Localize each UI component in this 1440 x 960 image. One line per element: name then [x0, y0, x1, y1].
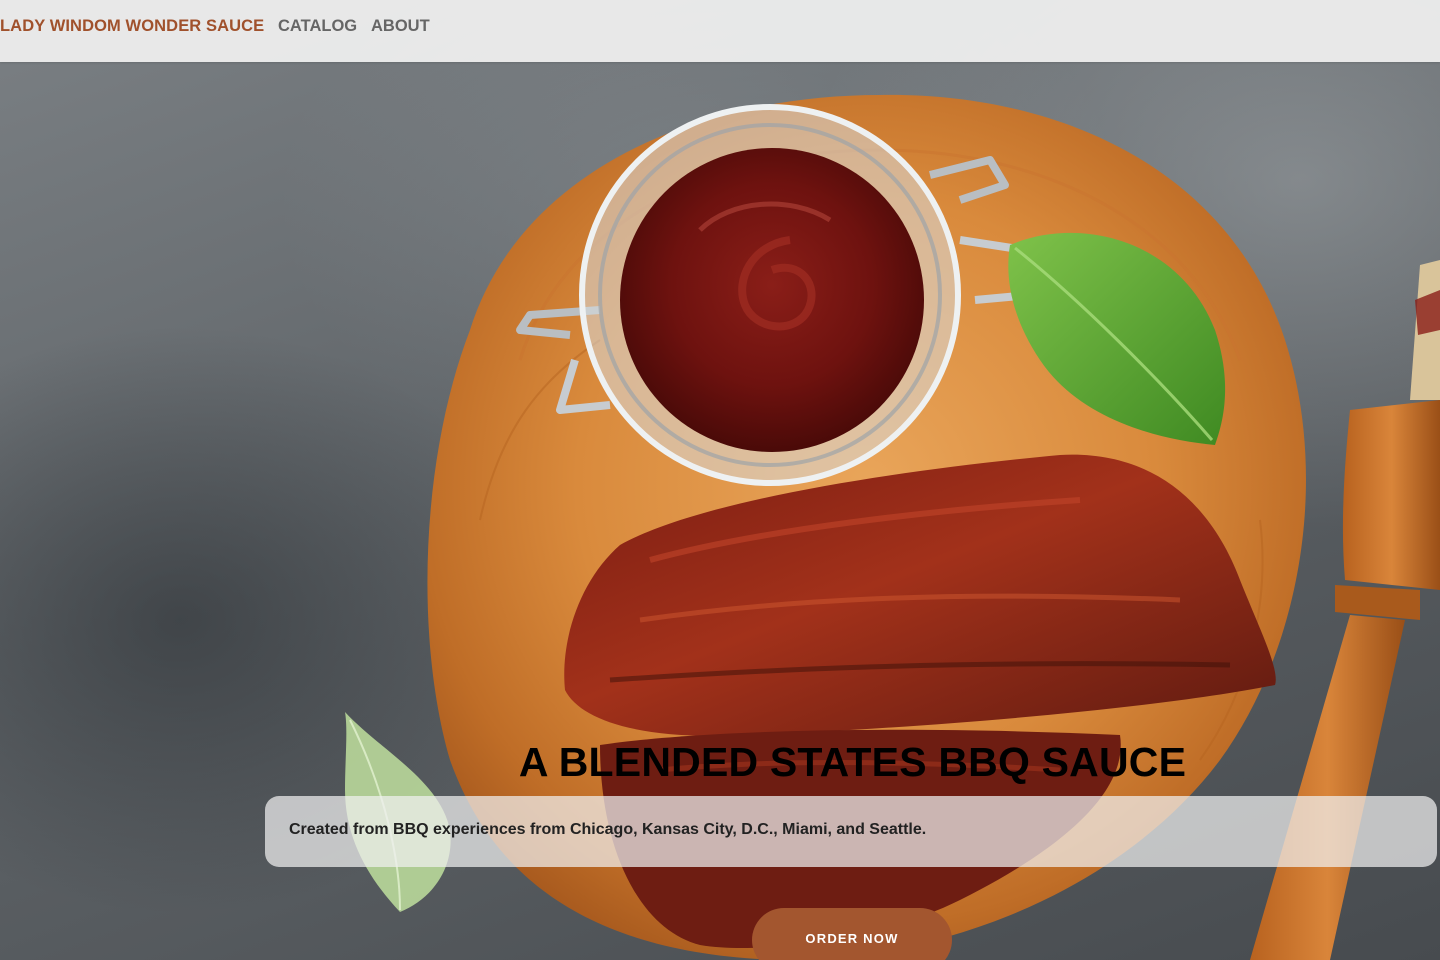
top-nav: LADY WINDOM WONDER SAUCE CATALOG ABOUT	[0, 0, 1440, 62]
order-now-button[interactable]: ORDER NOW	[752, 908, 952, 960]
page: LADY WINDOM WONDER SAUCE CATALOG ABOUT A…	[0, 0, 1440, 960]
hero-title: A BLENDED STATES BBQ SAUCE	[518, 739, 1187, 785]
nav-link-catalog[interactable]: CATALOG	[278, 17, 357, 36]
brand-link[interactable]: LADY WINDOM WONDER SAUCE	[0, 17, 264, 36]
tagline-box: Created from BBQ experiences from Chicag…	[265, 796, 1437, 867]
nav-link-about[interactable]: ABOUT	[371, 17, 430, 36]
hero-tagline: Created from BBQ experiences from Chicag…	[289, 821, 927, 838]
